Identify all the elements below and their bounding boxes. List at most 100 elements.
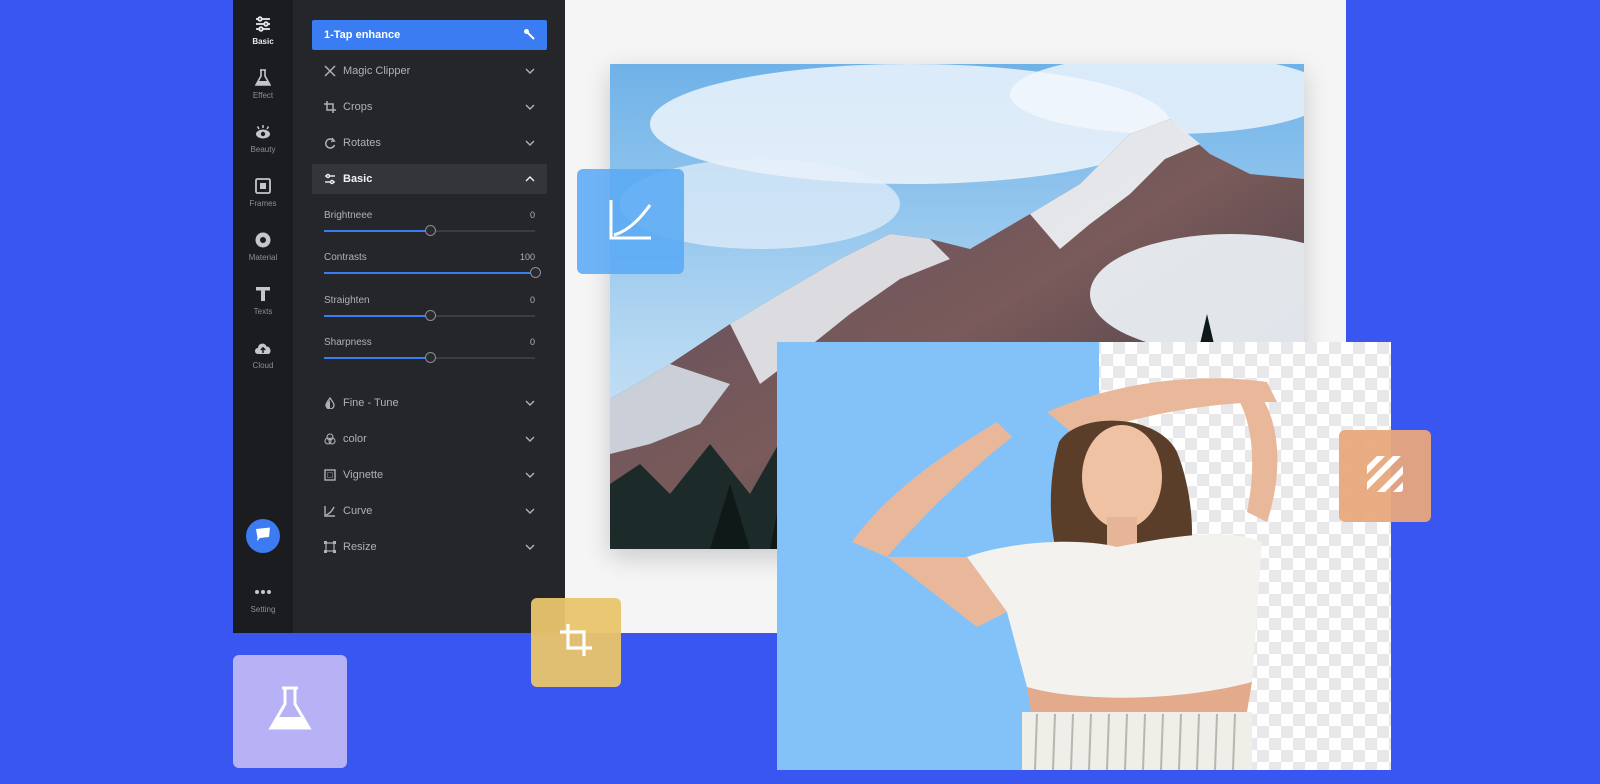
section-label: Resize: [343, 541, 377, 553]
slider-fill: [324, 357, 430, 359]
slider-value: 0: [529, 337, 535, 347]
chevron-down-icon: [525, 102, 535, 112]
section-basic[interactable]: Basic: [312, 164, 547, 194]
chat-icon: [254, 526, 272, 547]
section-fine-tune[interactable]: Fine - Tune: [312, 388, 547, 418]
section-label: color: [343, 433, 367, 445]
rail-item-label: Frames: [249, 199, 277, 208]
slider-brightness: Brightneee 0: [324, 210, 535, 244]
section-vignette[interactable]: Vignette: [312, 460, 547, 490]
slider-contrast: Contrasts 100: [324, 252, 541, 286]
chevron-down-icon: [525, 66, 535, 76]
magic-wand-icon: [523, 28, 535, 43]
flask-icon: [268, 686, 312, 737]
tool-rail: Basic Effect Beauty Frames Material Text…: [233, 0, 293, 633]
chevron-down-icon: [525, 434, 535, 444]
slider-value: 100: [519, 252, 535, 262]
section-label: Rotates: [343, 137, 381, 149]
slider-handle[interactable]: [530, 267, 541, 278]
frame-icon: [253, 176, 273, 196]
flask-icon: [253, 68, 273, 88]
section-label: Curve: [343, 505, 373, 517]
rail-item-label: Basic: [252, 37, 274, 46]
curve-icon: [324, 505, 336, 517]
rail-item-frames[interactable]: Frames: [233, 170, 293, 218]
section-label: Magic Clipper: [343, 65, 411, 77]
rail-item-effect[interactable]: Effect: [233, 62, 293, 110]
slider-fill: [324, 272, 535, 274]
slider-label: Brightneee: [324, 210, 373, 221]
slider-handle[interactable]: [424, 352, 436, 363]
rail-item-label: Setting: [250, 605, 276, 614]
cloud-icon: [253, 338, 273, 358]
slider-straighten: Straighten 0: [324, 295, 535, 329]
rail-item-setting[interactable]: Setting: [233, 576, 293, 624]
crop-feature-tile[interactable]: [531, 598, 621, 687]
rail-item-beauty[interactable]: Beauty: [233, 116, 293, 164]
crop-icon: [324, 101, 336, 113]
slider-fill: [324, 230, 430, 232]
rail-item-label: Effect: [252, 91, 274, 100]
slider-sharpness: Sharpness 0: [324, 337, 535, 371]
section-curve[interactable]: Curve: [312, 496, 547, 526]
material-icon: [253, 230, 273, 250]
color-circles-icon: [324, 433, 336, 445]
rail-item-cloud[interactable]: Cloud: [233, 332, 293, 380]
sliders-icon: [253, 14, 273, 34]
slider-handle[interactable]: [424, 310, 436, 321]
section-label: Basic: [343, 173, 373, 185]
rail-item-label: Cloud: [252, 361, 274, 370]
slider-label: Sharpness: [324, 337, 372, 348]
portrait-photo[interactable]: [777, 342, 1391, 770]
section-label: Fine - Tune: [343, 397, 399, 409]
section-color[interactable]: color: [312, 424, 547, 454]
rail-item-label: Beauty: [250, 145, 276, 154]
chevron-down-icon: [525, 542, 535, 552]
rail-item-basic[interactable]: Basic: [233, 8, 293, 56]
scissors-icon: [324, 65, 336, 77]
slider-fill: [324, 315, 430, 317]
section-label: Crops: [343, 101, 373, 113]
stripes-icon: [1367, 455, 1403, 497]
rail-item-texts[interactable]: Texts: [233, 278, 293, 326]
one-tap-enhance-button[interactable]: 1-Tap enhance: [312, 20, 547, 50]
chevron-down-icon: [525, 398, 535, 408]
section-rotates[interactable]: Rotates: [312, 128, 547, 158]
slider-track[interactable]: [324, 352, 535, 363]
slider-label: Contrasts: [324, 252, 367, 263]
resize-icon: [324, 541, 336, 553]
crop-icon: [559, 623, 593, 662]
slider-label: Straighten: [324, 295, 370, 306]
chat-button[interactable]: [246, 519, 280, 553]
rail-item-material[interactable]: Material: [233, 224, 293, 272]
vignette-icon: [324, 469, 336, 481]
slider-handle[interactable]: [424, 225, 436, 236]
slider-track[interactable]: [324, 267, 541, 278]
section-resize[interactable]: Resize: [312, 532, 547, 562]
slider-value: 0: [529, 295, 535, 305]
enhance-label: 1-Tap enhance: [324, 29, 401, 41]
rail-item-label: Material: [248, 253, 278, 262]
edit-panel: 1-Tap enhance Magic Clipper Crops Rotate…: [293, 0, 565, 633]
curve-icon: [608, 197, 654, 246]
sliders-icon: [324, 173, 336, 185]
text-icon: [253, 284, 273, 304]
droplet-icon: [324, 397, 336, 409]
chevron-down-icon: [525, 138, 535, 148]
section-crops[interactable]: Crops: [312, 92, 547, 122]
rotate-icon: [324, 137, 336, 149]
chevron-up-icon: [525, 174, 535, 184]
section-magic-clipper[interactable]: Magic Clipper: [312, 56, 547, 86]
chevron-down-icon: [525, 470, 535, 480]
stripes-feature-tile[interactable]: [1339, 430, 1431, 522]
rail-item-label: Texts: [253, 307, 273, 316]
section-label: Vignette: [343, 469, 384, 481]
curve-feature-tile[interactable]: [577, 169, 684, 274]
flask-feature-tile[interactable]: [233, 655, 347, 768]
slider-value: 0: [529, 210, 535, 220]
slider-track[interactable]: [324, 310, 535, 321]
more-dots-icon: [253, 582, 273, 602]
eye-icon: [253, 122, 273, 142]
slider-track[interactable]: [324, 225, 535, 236]
chevron-down-icon: [525, 506, 535, 516]
